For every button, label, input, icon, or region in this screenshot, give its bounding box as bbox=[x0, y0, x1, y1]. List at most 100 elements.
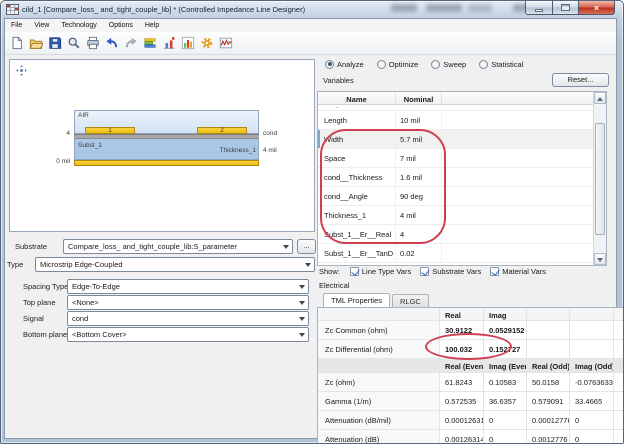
cell-value bbox=[527, 308, 570, 320]
top-plane-dropdown[interactable]: <None> bbox=[67, 295, 309, 310]
checkbox-icon bbox=[490, 267, 499, 276]
show-label: Show: bbox=[319, 267, 340, 276]
scroll-up-button[interactable] bbox=[594, 92, 606, 104]
signal-dropdown[interactable]: cond bbox=[67, 311, 309, 326]
radio-icon bbox=[377, 60, 386, 69]
mode-radio-statistical[interactable]: Statistical bbox=[479, 60, 523, 69]
scroll-down-button[interactable] bbox=[594, 253, 606, 265]
trace-1[interactable]: 1 bbox=[85, 127, 135, 134]
variable-spacer bbox=[442, 206, 606, 224]
signal-dropdown-value: cond bbox=[72, 314, 88, 323]
stackup-icon[interactable] bbox=[141, 34, 158, 53]
menu-technology[interactable]: Technology bbox=[55, 22, 102, 29]
spacing-type-dropdown[interactable]: Edge-To-Edge bbox=[67, 279, 309, 294]
variable-nominal[interactable]: 10 mil bbox=[396, 111, 442, 129]
open-folder-icon[interactable] bbox=[27, 34, 44, 53]
variable-name[interactable]: cond__Thickness bbox=[318, 168, 396, 186]
variable-name[interactable]: cond__Angle bbox=[318, 187, 396, 205]
print-icon[interactable] bbox=[84, 34, 101, 53]
menu-file[interactable]: File bbox=[5, 22, 28, 29]
thickness-label: Thickness_1 bbox=[210, 147, 256, 154]
mode-radio-analyze[interactable]: Analyze bbox=[325, 60, 364, 69]
optimize-chart-icon[interactable] bbox=[160, 34, 177, 53]
variable-name[interactable]: Width bbox=[318, 130, 396, 148]
variable-row-thickness_1[interactable]: Thickness_14 mil bbox=[318, 206, 606, 225]
close-button[interactable]: × bbox=[578, 1, 615, 15]
window-controls: × bbox=[525, 1, 615, 15]
variable-name[interactable]: Thickness_1 bbox=[318, 206, 396, 224]
redo-icon[interactable] bbox=[122, 34, 139, 53]
cell-value: Real (Odd) bbox=[527, 359, 570, 372]
menu-help[interactable]: Help bbox=[139, 22, 165, 29]
variable-nominal[interactable]: 5.7 mil bbox=[396, 130, 442, 148]
trace-2[interactable]: 2 bbox=[197, 127, 247, 134]
settings-gear-icon[interactable] bbox=[198, 34, 215, 53]
row-label: Attenuation (dB/mil) bbox=[318, 411, 440, 429]
variables-label: Variables bbox=[323, 76, 354, 85]
type-dropdown[interactable]: Microstrip Edge-Coupled bbox=[35, 257, 315, 272]
mode-radio-sweep[interactable]: Sweep bbox=[431, 60, 466, 69]
column-header-nominal[interactable]: Nominal bbox=[396, 92, 442, 104]
variable-name[interactable]: Space bbox=[318, 149, 396, 167]
cell-value bbox=[570, 308, 614, 320]
reset-button[interactable]: Reset... bbox=[552, 73, 609, 87]
undo-icon[interactable] bbox=[103, 34, 120, 53]
cell-value: 0.579091 bbox=[527, 392, 570, 410]
mode-label: Statistical bbox=[491, 60, 523, 69]
mode-radio-optimize[interactable]: Optimize bbox=[377, 60, 419, 69]
scrollbar-thumb[interactable] bbox=[595, 123, 605, 235]
variable-nominal[interactable]: 0.02 bbox=[396, 244, 442, 262]
variable-row-cond__angle[interactable]: cond__Angle90 deg bbox=[318, 187, 606, 206]
variable-name[interactable]: Length bbox=[318, 111, 396, 129]
variable-nominal[interactable]: 90 deg bbox=[396, 187, 442, 205]
checkbox-substrate-vars[interactable]: Substrate Vars bbox=[420, 267, 481, 276]
substrate-dropdown-value: Compare_loss_ and_tight_couple_lib:S_par… bbox=[68, 242, 237, 251]
cell-value: Real (Even) bbox=[440, 359, 484, 372]
cross-section-canvas[interactable]: AIR 1 2 Subst_1 4 cond Thickness_1 4 mil… bbox=[9, 59, 315, 232]
title-bar[interactable]: cild_1 [Compare_loss_ and_tight_couple_l… bbox=[1, 1, 623, 18]
column-header-name[interactable]: Name bbox=[318, 92, 396, 104]
cell-value bbox=[614, 340, 624, 358]
menu-options[interactable]: Options bbox=[103, 22, 139, 29]
bottom-plane-label: Bottom plane bbox=[23, 330, 67, 339]
variable-row-width[interactable]: Width5.7 mil bbox=[318, 130, 606, 149]
variable-row-subst_1__er__real[interactable]: Subst_1__Er__Real4 bbox=[318, 225, 606, 244]
bar-chart-icon[interactable] bbox=[179, 34, 196, 53]
cell-value: 0 bbox=[570, 430, 614, 444]
minimize-button[interactable] bbox=[525, 1, 552, 15]
menu-view[interactable]: View bbox=[28, 22, 55, 29]
variable-row-length[interactable]: Length10 mil bbox=[318, 111, 606, 130]
chevron-down-icon bbox=[305, 263, 311, 267]
variable-row-space[interactable]: Space7 mil bbox=[318, 149, 606, 168]
variable-name[interactable]: Subst_1__Er__TanD bbox=[318, 244, 396, 262]
checkbox-line-type-vars[interactable]: Line Type Vars bbox=[350, 267, 411, 276]
chevron-down-icon bbox=[283, 245, 289, 249]
tab-rlgc[interactable]: RLGC bbox=[392, 294, 429, 307]
save-icon[interactable] bbox=[46, 34, 63, 53]
table-row: Attenuation (dB)0.0012631400.00127760 bbox=[318, 430, 624, 444]
variable-name[interactable]: Subst_1__Er__Real bbox=[318, 225, 396, 243]
spacing-type-dropdown-value: Edge-To-Edge bbox=[72, 282, 120, 291]
variable-nominal[interactable]: 4 bbox=[396, 225, 442, 243]
variable-row-subst_1__er__tand[interactable]: Subst_1__Er__TanD0.02 bbox=[318, 244, 606, 263]
tab-tml-properties[interactable]: TML Properties bbox=[323, 293, 390, 307]
bottom-conductor-layer[interactable] bbox=[74, 160, 259, 166]
variable-nominal[interactable]: 4 mil bbox=[396, 206, 442, 224]
substrate-browse-button[interactable]: ... bbox=[297, 239, 316, 254]
maximize-button[interactable] bbox=[552, 1, 578, 15]
checkbox-material-vars[interactable]: Material Vars bbox=[490, 267, 546, 276]
waveform-plot-icon[interactable] bbox=[217, 34, 234, 53]
variable-nominal[interactable]: 1.6 mil bbox=[396, 168, 442, 186]
new-file-icon[interactable] bbox=[8, 34, 25, 53]
top-plane-dropdown-value: <None> bbox=[72, 298, 99, 307]
variable-nominal[interactable]: 7 mil bbox=[396, 149, 442, 167]
variables-scrollbar[interactable] bbox=[593, 92, 606, 265]
mode-label: Sweep bbox=[443, 60, 466, 69]
bottom-plane-dropdown[interactable]: <Bottom Cover> bbox=[67, 327, 309, 342]
table-row: Zc (ohm)61.82430.1058350.0158-0.0763633 bbox=[318, 373, 624, 392]
variable-row-cond__thickness[interactable]: cond__Thickness1.6 mil bbox=[318, 168, 606, 187]
spacing-type-label: Spacing Type bbox=[23, 282, 68, 291]
zoom-icon[interactable] bbox=[65, 34, 82, 53]
pan-icon[interactable] bbox=[16, 65, 27, 76]
substrate-dropdown[interactable]: Compare_loss_ and_tight_couple_lib:S_par… bbox=[63, 239, 293, 254]
